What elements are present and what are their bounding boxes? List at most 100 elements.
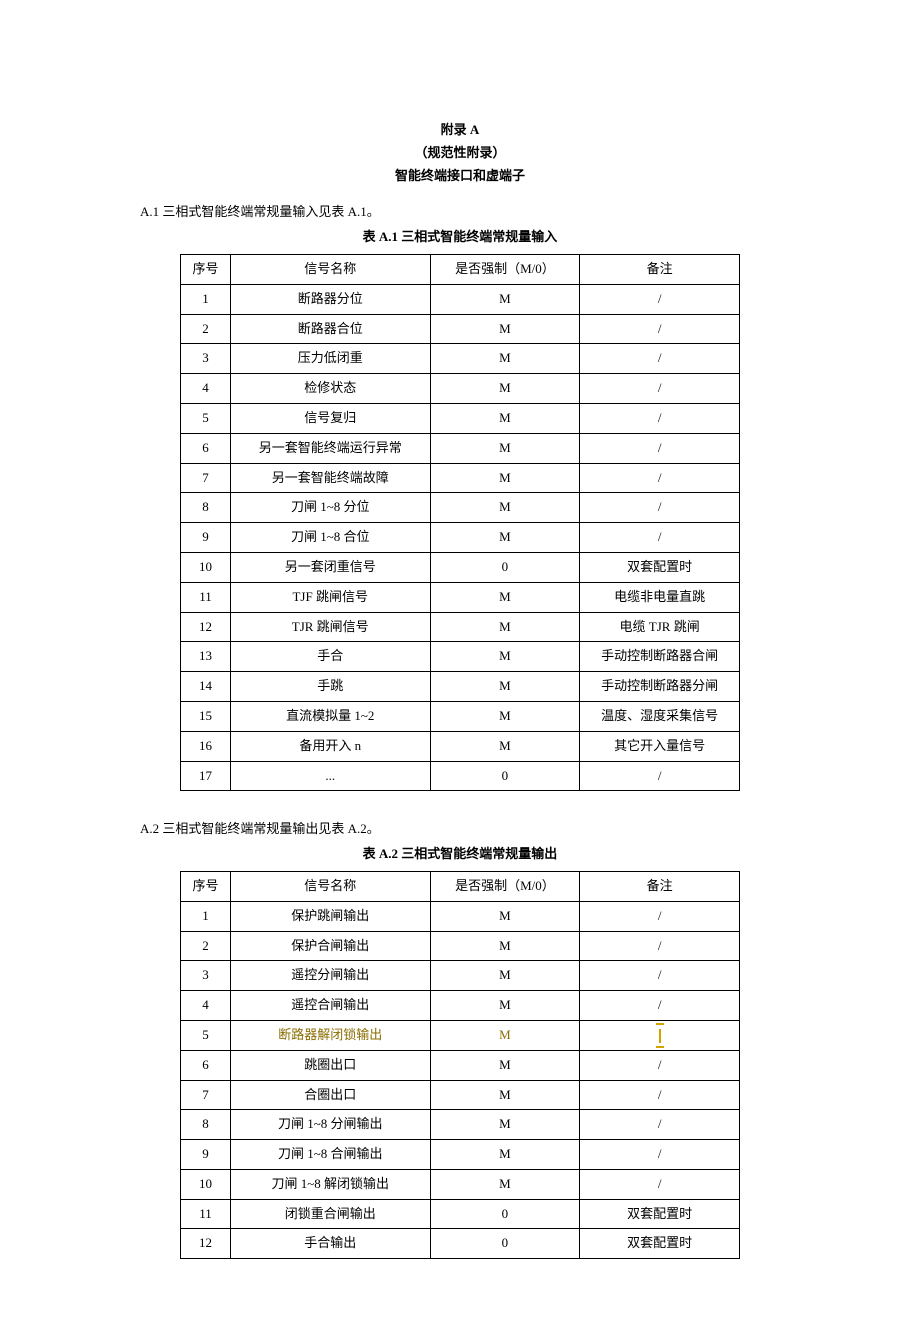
cell-signal-name: 检修状态 [230, 374, 430, 404]
cell-mandatory: M [430, 991, 580, 1021]
cell-signal-name: 另一套智能终端故障 [230, 463, 430, 493]
cell-remark: 双套配置时 [580, 552, 740, 582]
cell-signal-name: 跳圈出口 [230, 1050, 430, 1080]
table-row: 9刀闸 1~8 合位M/ [181, 523, 740, 553]
text-cursor-icon[interactable] [659, 1029, 661, 1043]
cell-mandatory: M [430, 642, 580, 672]
table-row: 1断路器分位M/ [181, 284, 740, 314]
cell-remark: / [580, 344, 740, 374]
cell-seq: 11 [181, 1199, 231, 1229]
col-mandatory: 是否强制（M/0） [430, 871, 580, 901]
cell-remark: / [580, 761, 740, 791]
table-row: 12TJR 跳闸信号M电缆 TJR 跳闸 [181, 612, 740, 642]
col-remark: 备注 [580, 871, 740, 901]
cell-remark: / [580, 523, 740, 553]
appendix-title: 智能终端接口和虚端子 [140, 166, 780, 187]
appendix-label: 附录 A [140, 120, 780, 141]
table-row: 6另一套智能终端运行异常M/ [181, 433, 740, 463]
cell-mandatory: M [430, 701, 580, 731]
cell-signal-name: 备用开入 n [230, 731, 430, 761]
cell-seq: 12 [181, 1229, 231, 1259]
cell-remark: 手动控制断路器合闸 [580, 642, 740, 672]
cell-seq: 1 [181, 901, 231, 931]
table-row: 4检修状态M/ [181, 374, 740, 404]
cell-signal-name: 断路器分位 [230, 284, 430, 314]
cell-mandatory: M [430, 1110, 580, 1140]
table-header-row: 序号 信号名称 是否强制（M/0） 备注 [181, 254, 740, 284]
cell-remark: / [580, 961, 740, 991]
cell-signal-name: 另一套智能终端运行异常 [230, 433, 430, 463]
cell-signal-name: 手合输出 [230, 1229, 430, 1259]
table-row: 15直流模拟量 1~2M温度、湿度采集信号 [181, 701, 740, 731]
cell-mandatory: M [430, 931, 580, 961]
col-remark: 备注 [580, 254, 740, 284]
cell-signal-name: 信号复归 [230, 403, 430, 433]
cell-remark: 双套配置时 [580, 1199, 740, 1229]
cell-mandatory: M [430, 1140, 580, 1170]
table-row: 10刀闸 1~8 解闭锁输出M/ [181, 1169, 740, 1199]
cell-seq: 14 [181, 672, 231, 702]
cell-remark: / [580, 1080, 740, 1110]
cell-seq: 17 [181, 761, 231, 791]
table-row: 7合圈出口M/ [181, 1080, 740, 1110]
cell-signal-name: 闭锁重合闸输出 [230, 1199, 430, 1229]
cell-signal-name: 刀闸 1~8 合位 [230, 523, 430, 553]
table-row: 2断路器合位M/ [181, 314, 740, 344]
cell-seq: 4 [181, 374, 231, 404]
section-a2-intro: A.2 三相式智能终端常规量输出见表 A.2。 [140, 819, 780, 840]
table-row: 14手跳M手动控制断路器分闸 [181, 672, 740, 702]
table-a2-caption: 表 A.2 三相式智能终端常规量输出 [140, 844, 780, 865]
table-row: 2保护合闸输出M/ [181, 931, 740, 961]
table-row: 11闭锁重合闸输出0双套配置时 [181, 1199, 740, 1229]
cell-signal-name: 刀闸 1~8 解闭锁输出 [230, 1169, 430, 1199]
cell-seq: 16 [181, 731, 231, 761]
cell-mandatory: M [430, 314, 580, 344]
table-row: 12手合输出0双套配置时 [181, 1229, 740, 1259]
cell-mandatory: M [430, 731, 580, 761]
col-seq: 序号 [181, 871, 231, 901]
cell-mandatory: 0 [430, 1199, 580, 1229]
cell-signal-name: 遥控分闸输出 [230, 961, 430, 991]
cell-seq: 3 [181, 961, 231, 991]
cell-seq: 4 [181, 991, 231, 1021]
table-row: 3压力低闭重M/ [181, 344, 740, 374]
cell-seq: 15 [181, 701, 231, 731]
col-signal-name: 信号名称 [230, 871, 430, 901]
cell-signal-name: 另一套闭重信号 [230, 552, 430, 582]
cell-mandatory: M [430, 672, 580, 702]
section-a1-intro: A.1 三相式智能终端常规量输入见表 A.1。 [140, 202, 780, 223]
table-row: 16备用开入 nM其它开入量信号 [181, 731, 740, 761]
cell-remark: 其它开入量信号 [580, 731, 740, 761]
cell-remark: / [580, 433, 740, 463]
appendix-type: （规范性附录） [140, 143, 780, 164]
cell-seq: 7 [181, 463, 231, 493]
cell-remark: / [580, 1169, 740, 1199]
table-row: 13手合M手动控制断路器合闸 [181, 642, 740, 672]
cell-seq: 6 [181, 1050, 231, 1080]
cell-mandatory: 0 [430, 1229, 580, 1259]
cell-mandatory: M [430, 374, 580, 404]
cell-mandatory: M [430, 901, 580, 931]
cell-signal-name: 断路器合位 [230, 314, 430, 344]
cell-signal-name: 压力低闭重 [230, 344, 430, 374]
cell-remark: / [580, 991, 740, 1021]
cell-seq: 3 [181, 344, 231, 374]
cell-remark: / [580, 284, 740, 314]
cell-signal-name: ... [230, 761, 430, 791]
cell-mandatory: M [430, 433, 580, 463]
cell-signal-name: TJF 跳闸信号 [230, 582, 430, 612]
cell-seq: 5 [181, 1020, 231, 1050]
cell-remark: / [580, 1110, 740, 1140]
cell-seq: 2 [181, 931, 231, 961]
cell-mandatory: 0 [430, 761, 580, 791]
cell-seq: 13 [181, 642, 231, 672]
cell-signal-name: 手跳 [230, 672, 430, 702]
cell-seq: 1 [181, 284, 231, 314]
cell-signal-name: 刀闸 1~8 合闸输出 [230, 1140, 430, 1170]
cell-seq: 5 [181, 403, 231, 433]
cell-signal-name: TJR 跳闸信号 [230, 612, 430, 642]
cell-mandatory: M [430, 403, 580, 433]
cell-remark: 温度、湿度采集信号 [580, 701, 740, 731]
table-row: 17...0/ [181, 761, 740, 791]
table-row: 11TJF 跳闸信号M电缆非电量直跳 [181, 582, 740, 612]
